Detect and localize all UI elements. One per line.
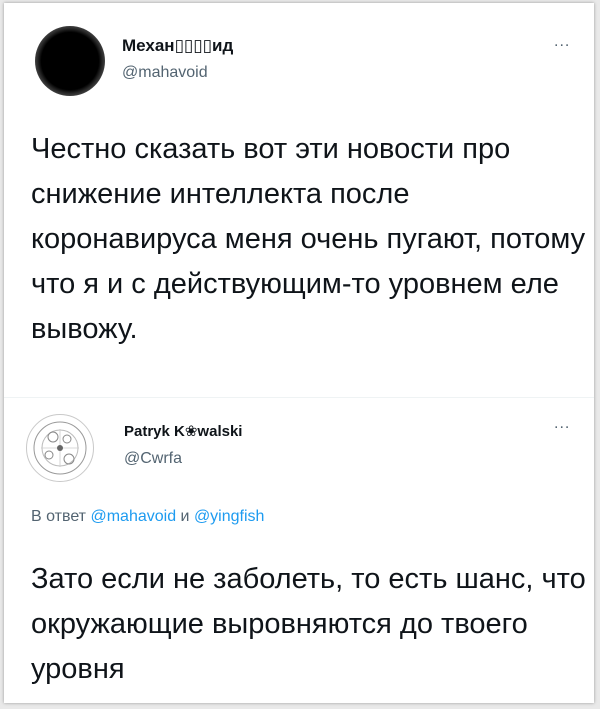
divider [4,397,594,398]
more-options-icon[interactable]: ... [554,33,570,51]
author-handle[interactable]: @Cwrfa [124,450,182,468]
tweet-text: Зато если не заболеть, то есть шанс, что… [31,563,586,685]
reply-user-link[interactable]: @yingfish [194,508,265,525]
author-handle[interactable]: @mahavoid [122,64,208,82]
screenshot-card: Механ▯▯▯▯ид @mahavoid ... Честно сказать… [4,3,594,703]
reply-prefix: В ответ [31,508,87,525]
tweet-text: Честно сказать вот эти новости про сниже… [31,133,586,345]
avatar[interactable] [35,26,105,96]
author-name[interactable]: Механ▯▯▯▯ид [122,36,233,56]
avatar[interactable] [26,414,94,482]
reply-user-link[interactable]: @mahavoid [90,508,176,525]
more-options-icon[interactable]: ... [554,415,570,433]
reply-to-line: В ответ @mahavoid и @yingfish [31,508,264,526]
reply-and: и [180,508,190,525]
author-name[interactable]: Patryk K❀walski [124,422,242,440]
sketch-circle-avatar-icon [33,421,87,475]
